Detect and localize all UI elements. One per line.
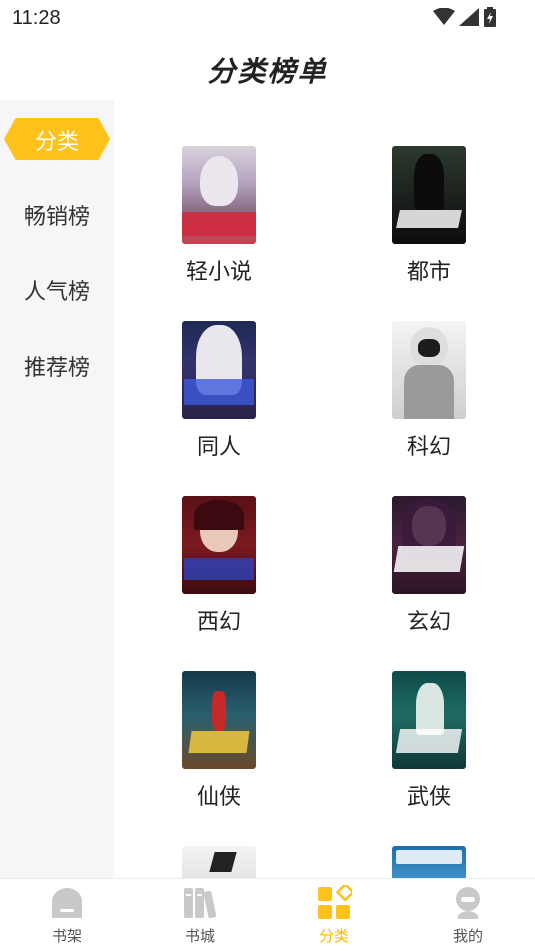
category-item-urban[interactable]: 都市	[374, 146, 484, 286]
bottom-nav: 书架 书城 分类 我的	[0, 878, 535, 951]
status-bar: 11:28	[0, 0, 535, 38]
profile-icon	[456, 887, 480, 919]
nav-profile[interactable]: 我的	[428, 885, 508, 946]
book-cover	[392, 671, 466, 769]
book-cover	[182, 321, 256, 419]
bookstore-icon	[184, 888, 217, 919]
sidebar-item-label: 推荐榜	[23, 356, 90, 381]
sidebar-item-recommend[interactable]: 推荐榜	[0, 344, 114, 388]
sidebar-item-category[interactable]: 分类	[0, 118, 114, 162]
category-name: 玄幻	[406, 610, 451, 635]
nav-label: 书架	[51, 927, 82, 945]
nav-label: 分类	[318, 927, 349, 945]
category-name: 同人	[196, 435, 241, 460]
nav-label: 书城	[184, 927, 215, 945]
wifi-icon	[433, 8, 455, 25]
sidebar-item-label: 人气榜	[23, 280, 90, 305]
category-item-xianxia[interactable]: 仙侠	[164, 671, 274, 811]
nav-category[interactable]: 分类	[294, 885, 374, 946]
category-item-wuxia[interactable]: 武侠	[374, 671, 484, 811]
book-cover	[182, 146, 256, 244]
book-cover	[392, 846, 466, 878]
status-icons	[433, 7, 497, 27]
book-cover	[392, 321, 466, 419]
book-cover	[182, 671, 256, 769]
signal-icon	[459, 8, 479, 26]
nav-bookstore[interactable]: 书城	[160, 885, 240, 946]
category-name: 科幻	[406, 435, 451, 460]
category-item-western-fantasy[interactable]: 西幻	[164, 496, 274, 636]
sidebar-item-bestseller[interactable]: 畅销榜	[0, 193, 114, 237]
bookshelf-icon	[52, 888, 82, 918]
category-name: 轻小说	[185, 260, 252, 285]
book-cover	[182, 846, 256, 878]
book-cover	[392, 146, 466, 244]
category-name: 武侠	[406, 785, 451, 810]
nav-bookshelf[interactable]: 书架	[27, 885, 107, 946]
sidebar-item-label: 畅销榜	[23, 205, 90, 230]
page-title: 分类榜单	[207, 55, 328, 88]
category-name: 西幻	[196, 610, 241, 635]
sidebar-item-popular[interactable]: 人气榜	[0, 268, 114, 312]
category-item[interactable]	[164, 846, 274, 878]
category-name: 都市	[406, 260, 451, 285]
category-item-fanfic[interactable]: 同人	[164, 321, 274, 461]
sidebar-item-label: 分类	[34, 130, 79, 155]
category-item[interactable]	[374, 846, 484, 878]
status-time: 11:28	[12, 7, 61, 29]
category-item-light-novel[interactable]: 轻小说	[164, 146, 274, 286]
category-item-eastern-fantasy[interactable]: 玄幻	[374, 496, 484, 636]
category-name: 仙侠	[196, 785, 241, 810]
category-icon	[318, 885, 352, 919]
book-cover	[182, 496, 256, 594]
category-item-scifi[interactable]: 科幻	[374, 321, 484, 461]
book-cover	[392, 496, 466, 594]
nav-label: 我的	[452, 927, 483, 945]
sidebar: 分类 畅销榜 人气榜 推荐榜	[0, 100, 114, 878]
battery-icon	[484, 7, 496, 27]
category-grid: 轻小说 都市 同人 科幻 西幻 玄幻 仙侠 武侠	[114, 100, 535, 878]
